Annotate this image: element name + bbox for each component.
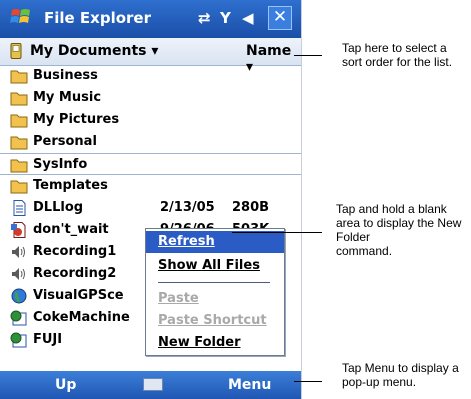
folder-icon: [10, 159, 28, 173]
chevron-down-icon: ▾: [151, 43, 159, 59]
folder-icon: [10, 92, 28, 106]
file-name: SysInfo: [33, 157, 88, 172]
file-name: Recording1: [33, 244, 117, 259]
hold-callout: Tap and hold a blank area to display the…: [336, 202, 470, 258]
folder-dropdown[interactable]: My Documents ▾: [30, 43, 158, 59]
keyboard-icon[interactable]: [143, 378, 163, 391]
media-file-icon: [11, 222, 26, 238]
folder-icon: [10, 114, 28, 128]
callout-leader: [294, 55, 322, 56]
menu-item-new-folder[interactable]: New Folder: [146, 332, 284, 354]
folder-header: My Documents ▾ Name ▾: [0, 38, 301, 75]
audio-icon: [12, 246, 25, 258]
menu-item-show-all-files[interactable]: Show All Files: [146, 255, 284, 277]
menu-item-label: Paste Shortcut: [158, 313, 267, 328]
start-flag-icon[interactable]: [10, 6, 32, 28]
audio-icon: [12, 268, 25, 280]
close-icon: ✕: [272, 7, 288, 27]
file-name: My Pictures: [33, 112, 120, 127]
folder-icon: [10, 136, 28, 150]
menu-separator: [158, 282, 270, 283]
list-item[interactable]: My Pictures: [0, 109, 301, 131]
folder-label: My Documents: [30, 43, 147, 59]
globe-icon: [11, 288, 27, 304]
close-button[interactable]: ✕: [268, 6, 292, 30]
list-item[interactable]: Business: [0, 65, 301, 87]
folder-icon: [10, 70, 28, 84]
file-name: DLLlog: [33, 200, 84, 215]
hold-callout-line1: Tap and hold a blank area to display the…: [336, 202, 462, 244]
menu-item-paste[interactable]: Paste: [146, 288, 284, 310]
menu-item-label: Refresh: [158, 234, 215, 249]
file-name: Templates: [33, 178, 108, 193]
menu-item-label: New Folder: [158, 335, 241, 350]
signal-icon[interactable]: Y: [220, 9, 231, 27]
hold-callout-line2: command.: [336, 244, 393, 258]
list-item[interactable]: My Music: [0, 87, 301, 109]
sort-callout: Tap here to select a sort order for the …: [342, 41, 453, 69]
menu-item-paste-shortcut[interactable]: Paste Shortcut: [146, 310, 284, 332]
menu-button[interactable]: Menu: [228, 377, 271, 393]
app-title: File Explorer: [44, 9, 151, 27]
file-name: FUJI: [33, 332, 63, 347]
list-item[interactable]: Templates: [0, 175, 301, 197]
app-icon: [10, 310, 27, 326]
sort-label: Name: [246, 43, 292, 59]
menu-callout: Tap Menu to display a pop-up menu.: [342, 361, 459, 389]
file-name: don't_wait: [33, 222, 109, 237]
file-name: Business: [33, 68, 98, 83]
callout-leader: [294, 381, 322, 382]
file-name: VisualGPSce: [33, 288, 124, 303]
up-button[interactable]: Up: [55, 377, 76, 393]
menu-item-label: Paste: [158, 291, 199, 306]
context-menu: Refresh Show All Files Paste Paste Short…: [145, 228, 285, 356]
folder-icon: [10, 180, 28, 194]
file-date: 2/13/05: [160, 200, 215, 215]
list-item[interactable]: DLLlog 2/13/05 280B: [0, 197, 301, 219]
connectivity-icon[interactable]: ⇄: [198, 9, 211, 27]
menu-item-refresh[interactable]: Refresh: [146, 231, 284, 253]
menu-item-label: Show All Files: [158, 258, 260, 273]
list-item[interactable]: Personal: [0, 131, 301, 153]
file-name: Personal: [33, 134, 97, 149]
file-name: CokeMachine: [33, 310, 130, 325]
file-name: Recording2: [33, 266, 117, 281]
title-bar: File Explorer ⇄ Y ◀ ✕: [0, 0, 301, 38]
menu-bar: Up Menu: [0, 371, 301, 399]
list-item[interactable]: SysInfo: [0, 153, 301, 175]
callout-leader: [232, 232, 322, 233]
file-size: 280B: [232, 200, 270, 215]
document-icon: [13, 200, 26, 216]
pocketpc-screen: File Explorer ⇄ Y ◀ ✕ My Documents ▾ Nam…: [0, 0, 302, 399]
file-name: My Music: [33, 90, 102, 105]
speaker-icon[interactable]: ◀: [242, 9, 254, 27]
app-icon: [10, 332, 27, 348]
pda-icon: [10, 43, 22, 59]
